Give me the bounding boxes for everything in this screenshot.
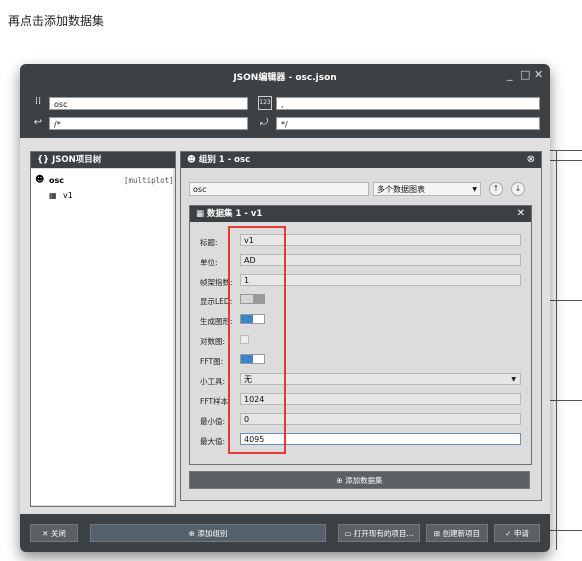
frame-start-input[interactable]: /* — [49, 117, 248, 130]
background-rule — [548, 160, 582, 161]
window-titlebar: JSON编辑器 - osc.json _ □ ✕ — [20, 64, 550, 88]
new-file-icon: ⊞ — [433, 529, 441, 538]
field-label-units: 单位: — [200, 258, 218, 267]
dataset-panel-header: ▦ 数据集 1 - v1 — [190, 206, 531, 222]
tree-item-osc[interactable]: osc — [49, 176, 64, 185]
background-rule — [548, 300, 582, 301]
window-title: JSON编辑器 - osc.json — [233, 73, 337, 83]
create-project-button[interactable]: ⊞ 创建新项目 — [426, 524, 488, 542]
data-separator-input[interactable]: , — [276, 97, 540, 110]
tree-view: ☻ osc [multiplot] ▦ v1 — [31, 169, 174, 505]
minimize-icon[interactable]: _ — [507, 68, 513, 81]
folder-icon: ▭ — [344, 529, 352, 538]
chevron-down-icon: ▼ — [472, 186, 477, 193]
caption-text: 再点击添加数据集 — [8, 14, 105, 28]
tree-item-tag: [multiplot] — [124, 176, 174, 185]
toolbar: ⁞⁞ osc 123 , ↩ /* ⤾ */ — [20, 88, 550, 138]
background-rule — [556, 150, 557, 550]
separator-icon: ⁞⁞ — [34, 96, 42, 107]
dataset-panel-title: 数据集 1 - v1 — [207, 209, 263, 219]
footer-bar: ✕ 关闭 ⊕ 添加组别 ▭ 打开现有的项目... ⊞ 创建新项目 ✓ 申请 — [20, 514, 550, 552]
tree-item-v1[interactable]: v1 — [63, 191, 73, 200]
maximize-icon[interactable]: □ — [520, 68, 530, 81]
close-group-icon[interactable]: ⊗ — [527, 154, 535, 165]
number-icon: 123 — [258, 96, 272, 110]
field-label-title: 标题: — [200, 238, 218, 247]
frame-separator-input[interactable]: osc — [49, 97, 248, 110]
group-panel-title: 组别 1 - osc — [198, 155, 251, 165]
highlight-box — [228, 226, 286, 454]
dataset-icon: ▦ — [49, 191, 57, 200]
group-icon: ☻ — [187, 155, 196, 165]
braces-icon: {} — [37, 155, 50, 165]
field-label-widget: 小工具: — [200, 377, 226, 386]
plus-circle-icon: ⊕ — [188, 529, 195, 538]
add-group-label: 添加组别 — [197, 529, 228, 538]
field-label-log: 对数图: — [200, 337, 226, 346]
open-project-button[interactable]: ▭ 打开现有的项目... — [338, 524, 420, 542]
create-project-label: 创建新项目 — [442, 529, 481, 538]
add-dataset-label: 添加数据集 — [345, 476, 383, 485]
field-label-max: 最大值: — [200, 437, 226, 446]
no-loop-icon: ⤾ — [259, 117, 269, 128]
json-tree-panel: {} JSON项目树 ☻ osc [multiplot] ▦ v1 — [30, 151, 176, 507]
background-rule — [548, 150, 582, 151]
field-label-fft-samples: FFT样本: — [200, 397, 231, 406]
add-group-button[interactable]: ⊕ 添加组别 — [90, 524, 326, 542]
plus-circle-icon: ⊕ — [336, 476, 343, 485]
close-label: 关闭 — [50, 529, 66, 538]
add-dataset-button[interactable]: ⊕ 添加数据集 — [189, 471, 530, 489]
check-icon: ✓ — [505, 529, 512, 538]
widget-select-value: 多个数据图表 — [377, 185, 425, 194]
background-rule — [548, 400, 582, 401]
move-up-button[interactable]: ↑ — [489, 182, 503, 196]
widget-select[interactable]: 多个数据图表 ▼ — [373, 182, 481, 196]
group-panel-header: ☻ 组别 1 - osc — [181, 152, 541, 168]
apply-button[interactable]: ✓ 申请 — [494, 524, 540, 542]
close-button[interactable]: ✕ 关闭 — [30, 524, 78, 542]
move-down-button[interactable]: ↓ — [511, 182, 525, 196]
frame-end-input[interactable]: */ — [276, 117, 540, 130]
field-label-fft: FFT图: — [200, 357, 224, 366]
group-name-input[interactable]: osc — [189, 182, 369, 196]
return-icon: ↩ — [33, 117, 43, 128]
group-icon: ☻ — [35, 175, 45, 185]
close-icon: ✕ — [42, 529, 49, 538]
background-rule — [548, 530, 582, 531]
chevron-down-icon: ▼ — [511, 376, 516, 383]
dataset-icon: ▦ — [196, 209, 205, 219]
field-label-min: 最小值: — [200, 417, 226, 426]
open-project-label: 打开现有的项目... — [353, 529, 414, 538]
close-dataset-icon[interactable]: ✕ — [517, 208, 525, 219]
close-window-icon[interactable]: ✕ — [534, 68, 543, 81]
tree-panel-header: {} JSON项目树 — [31, 152, 175, 168]
apply-label: 申请 — [513, 529, 529, 538]
tree-panel-title: JSON项目树 — [52, 155, 102, 165]
